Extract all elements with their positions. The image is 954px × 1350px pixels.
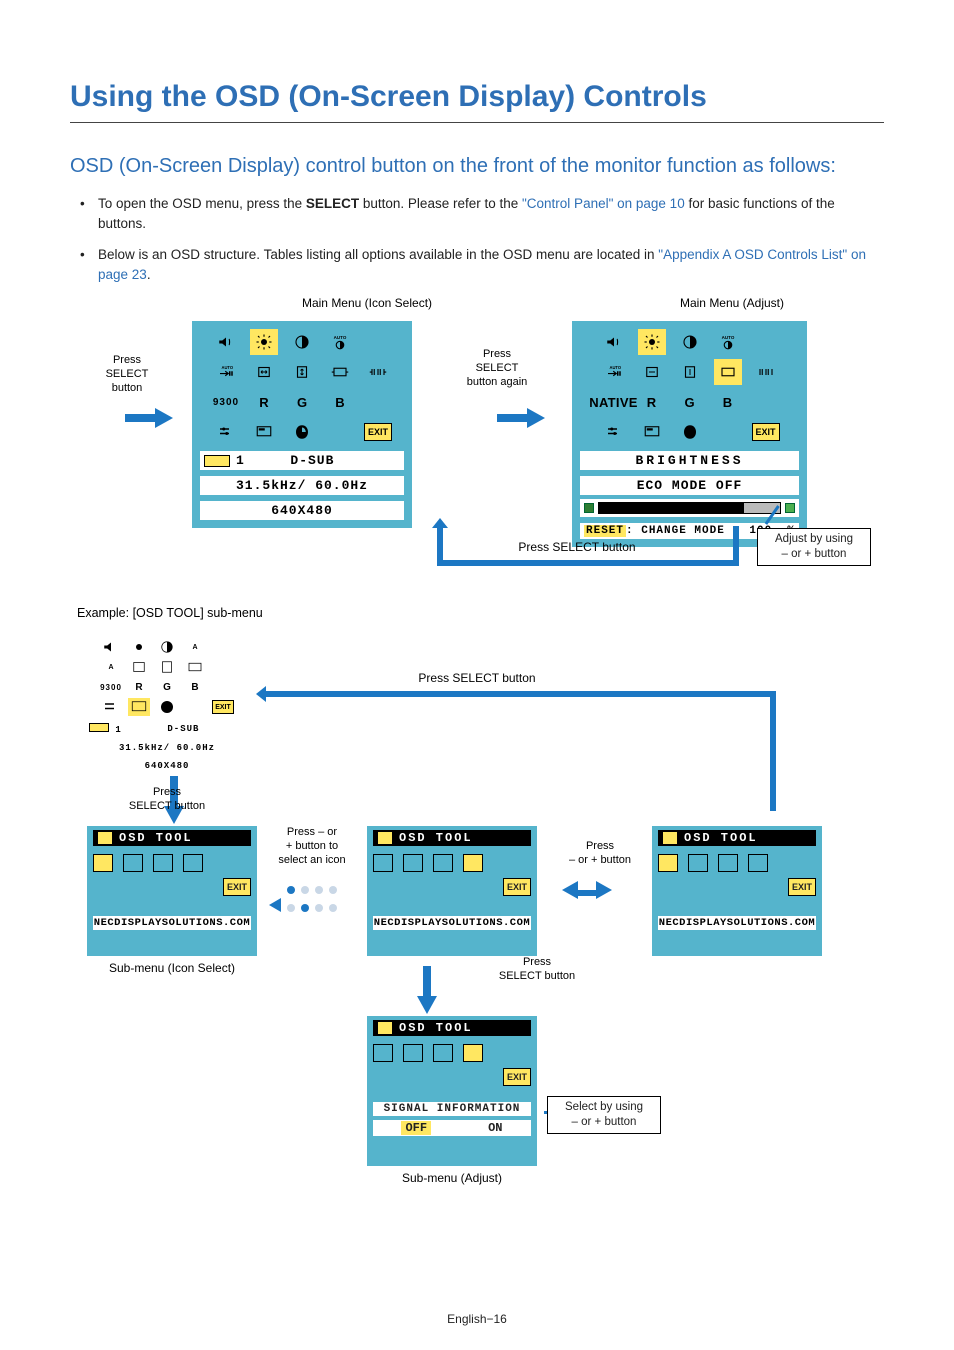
double-arrow-icon [562, 881, 612, 902]
osd-diagram: Main Menu (Icon Select) Main Menu (Adjus… [77, 296, 877, 1296]
exit-icon: EXIT [364, 419, 392, 445]
hsize-icon [326, 359, 354, 385]
sub-icon-3 [153, 854, 173, 872]
page-footer: English−16 [0, 1312, 954, 1326]
fine-icon [364, 359, 392, 385]
ncd-url: NECDISPLAYSOLUTIONS.COM [93, 916, 251, 930]
label-press-select: Press SELECT button [87, 354, 167, 395]
brightness-icon [250, 329, 278, 355]
label-press-select-return: Press SELECT button [377, 671, 577, 685]
osd-main-icon-panel: AUTO AUTO 9300 R G B EXIT 1 D-SU [192, 321, 412, 528]
osd-freq-line: 31.5kHz/ 60.0Hz [200, 476, 404, 495]
arrow-right-icon [527, 408, 545, 428]
signal-info-label: SIGNAL INFORMATION [373, 1102, 531, 1116]
svg-text:AUTO: AUTO [222, 365, 234, 370]
exit-icon: EXIT [223, 878, 251, 896]
hpos-icon [250, 359, 278, 385]
sub-icon-4 [183, 854, 203, 872]
svg-text:AUTO: AUTO [609, 365, 621, 370]
sub-panel-adjust: OSD TOOL EXIT SIGNAL INFORMATION OFFON [367, 1016, 537, 1166]
label-select-pm: Select by using – or + button [547, 1096, 661, 1134]
sub-panel-icon-3: OSD TOOL EXIT NECDISPLAYSOLUTIONS.COM [652, 826, 822, 956]
osd-tool-icon [250, 419, 278, 445]
arrow-right-icon [155, 408, 173, 428]
caption-sub-adjust: Sub-menu (Adjust) [367, 1171, 537, 1185]
on-off-row: OFFON [373, 1120, 531, 1136]
color-native-icon: NATIVE [600, 389, 628, 415]
svg-text:AUTO: AUTO [721, 335, 734, 340]
osd-eco-label: ECO MODE OFF [580, 476, 799, 495]
osd-slider [580, 499, 799, 517]
sub-panel-icon-2: OSD TOOL EXIT NECDISPLAYSOLUTIONS.COM [367, 826, 537, 956]
caption-example: Example: [OSD TOOL] sub-menu [77, 606, 337, 620]
label-press-select-down: Press SELECT button [97, 786, 237, 814]
color-b-icon: B [326, 389, 354, 415]
caption-main-adjust: Main Menu (Adjust) [632, 296, 832, 310]
vpos-icon [288, 359, 316, 385]
svg-text:AUTO: AUTO [334, 335, 347, 340]
link-control-panel[interactable]: "Control Panel" on page 10 [522, 196, 685, 211]
label-press-select-again: Press SELECT button again [447, 348, 547, 389]
osd-input-line: 1 D-SUB [200, 451, 404, 470]
label-adjust-pm: Adjust by using – or + button [757, 528, 871, 566]
sub-icon-2 [123, 854, 143, 872]
sub-panel-icon: OSD TOOL EXIT NECDISPLAYSOLUTIONS.COM [87, 826, 257, 956]
sub-icon-1 [93, 854, 113, 872]
caption-sub-icon: Sub-menu (Icon Select) [87, 961, 257, 975]
label-press-pm: Press – or + button [555, 840, 645, 868]
contrast-icon [288, 329, 316, 355]
auto-adjust-icon: AUTO [212, 359, 240, 385]
page-title: Using the OSD (On-Screen Display) Contro… [70, 80, 884, 123]
eco-icon [288, 419, 316, 445]
osd-brightness-label: BRIGHTNESS [580, 451, 799, 470]
caption-main-icon: Main Menu (Icon Select) [267, 296, 467, 310]
color-9300-icon: 9300 [212, 389, 240, 415]
label-press-pm-icon: Press – or + button to select an icon [272, 826, 352, 867]
auto-contrast-icon: AUTO [326, 329, 354, 355]
label-press-select-down2: Press SELECT button [477, 956, 597, 984]
bullet-2: Below is an OSD structure. Tables listin… [76, 245, 884, 284]
color-r-icon: R [250, 389, 278, 415]
osd-tool-header-icon [97, 831, 113, 845]
volume-icon [212, 329, 240, 355]
osd-res-line: 640X480 [200, 501, 404, 520]
section-subtitle: OSD (On-Screen Display) control button o… [70, 153, 884, 180]
color-g-icon: G [288, 389, 316, 415]
brightness-icon [638, 329, 666, 355]
bullet-1: To open the OSD menu, press the SELECT b… [76, 194, 884, 233]
tools-icon [212, 419, 240, 445]
label-press-select-loop: Press SELECT button [477, 540, 677, 554]
